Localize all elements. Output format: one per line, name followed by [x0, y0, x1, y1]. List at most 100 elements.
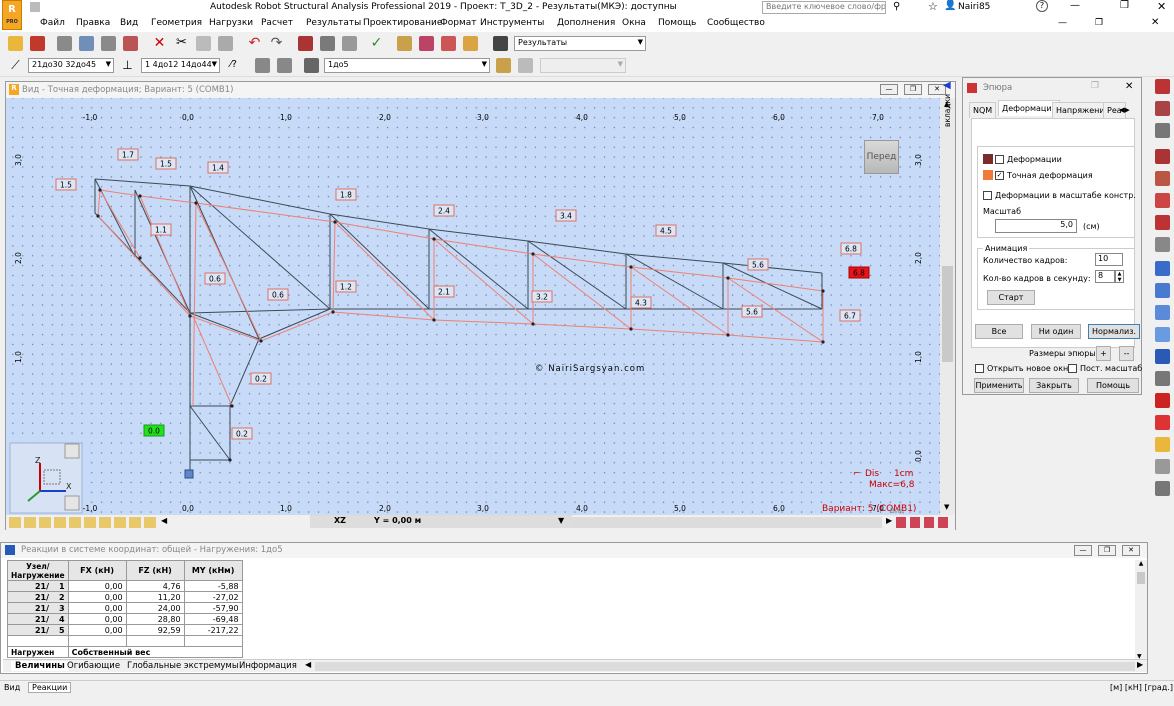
deformations-checkbox[interactable] [995, 155, 1004, 164]
print-icon[interactable] [57, 36, 72, 51]
table-row[interactable]: 21/3 0,00 24,00 -57,90 [7, 602, 243, 614]
ruler-icon[interactable] [496, 58, 511, 73]
rt-icon-2[interactable] [1155, 101, 1170, 116]
cell-fx[interactable]: 0,00 [67, 580, 127, 592]
layout-icon[interactable] [493, 36, 508, 51]
view-display-icons[interactable] [896, 517, 952, 528]
view-restore-button[interactable]: ❐ [904, 84, 922, 95]
arrow-left-icon[interactable]: ◀ [943, 80, 951, 91]
rt-icon-13[interactable] [1155, 349, 1170, 364]
rt-icon-10[interactable] [1155, 283, 1170, 298]
help-icon[interactable]: ? [1036, 0, 1048, 12]
save-icon[interactable] [30, 36, 45, 51]
cell-my[interactable]: -27,02 [183, 591, 243, 603]
redo-icon[interactable]: ↷ [269, 36, 284, 51]
table-vertical-scrollbar[interactable]: ▲ ▼ [1135, 560, 1147, 660]
doc-restore-button[interactable]: ❐ [1095, 18, 1103, 28]
print-preview-icon[interactable] [79, 36, 94, 51]
tab-scroll-icons[interactable]: ◀▶ [1119, 106, 1130, 114]
rt-icon-8[interactable] [1155, 237, 1170, 252]
cell-node[interactable]: 21/2 [7, 591, 69, 603]
table-row[interactable]: 21/2 0,00 11,20 -27,02 [7, 591, 243, 603]
rt-icon-14[interactable] [1155, 371, 1170, 386]
user-name[interactable]: Nairi85 [958, 2, 990, 12]
bar-select-icon[interactable]: ⊥ [120, 58, 135, 73]
paste-icon[interactable] [218, 36, 233, 51]
tab-envelopes[interactable]: Огибающие [67, 661, 120, 671]
menu-help[interactable]: Помощь [658, 18, 696, 28]
tabs-scroll-right-icon[interactable]: ▶ [1137, 660, 1143, 669]
cell-node[interactable]: 21/5 [7, 624, 69, 636]
menu-tools[interactable]: Инструменты [480, 18, 544, 28]
fps-input[interactable]: 8 [1095, 270, 1115, 283]
load-case-icon[interactable] [304, 58, 319, 73]
cell-fx[interactable]: 0,00 [67, 624, 127, 636]
close-panel-button[interactable]: Закрыть [1029, 378, 1079, 393]
cell-node[interactable]: 21/3 [7, 602, 69, 614]
table-restore-button[interactable]: ❐ [1098, 545, 1116, 556]
view-tools-strip[interactable] [9, 517, 157, 528]
table-minimize-button[interactable]: — [1074, 545, 1092, 556]
view-minimize-button[interactable]: — [880, 84, 898, 95]
rt-icon-17[interactable] [1155, 437, 1170, 452]
table-horizontal-scrollbar[interactable] [315, 662, 1135, 671]
menu-file[interactable]: Файл [40, 18, 65, 28]
menu-design[interactable]: Проектирование [363, 18, 442, 28]
scroll-left-icon[interactable]: ◀ [161, 516, 167, 525]
cell-fx[interactable]: 0,00 [67, 602, 127, 614]
scroll-down-icon[interactable]: ▼ [558, 516, 564, 525]
rt-icon-16[interactable] [1155, 415, 1170, 430]
rt-icon-1[interactable] [1155, 79, 1170, 94]
cell-my[interactable]: -57,90 [183, 602, 243, 614]
binoculars-icon[interactable]: ⚲ [893, 1, 900, 12]
rt-icon-12[interactable] [1155, 327, 1170, 342]
cell-fz[interactable]: 28,80 [125, 613, 185, 625]
close-button[interactable]: ✕ [1157, 0, 1166, 13]
cell-fz[interactable]: 11,20 [125, 591, 185, 603]
cell-node[interactable]: 21/4 [7, 613, 69, 625]
rt-icon-5[interactable] [1155, 171, 1170, 186]
table-icon[interactable] [320, 36, 335, 51]
tabs-sidebar[interactable]: ◀ вкладки [941, 80, 957, 150]
scale-input[interactable]: 5,0 [995, 219, 1077, 233]
apply-button[interactable]: Применить [974, 378, 1024, 393]
cell-fx[interactable]: 0,00 [67, 591, 127, 603]
tab-values[interactable]: Величины [11, 661, 69, 671]
exact-deformation-checkbox[interactable]: ✓ [995, 171, 1004, 180]
check-icon[interactable]: ✓ [369, 36, 384, 51]
rt-icon-18[interactable] [1155, 459, 1170, 474]
menu-community[interactable]: Сообщество [707, 18, 765, 28]
size-minus-button[interactable]: -- [1119, 346, 1134, 361]
menu-windows[interactable]: Окна [622, 18, 646, 28]
star-icon[interactable]: ☆ [928, 0, 938, 13]
header-node[interactable]: Узел/Нагружение [7, 560, 69, 581]
menu-geometry[interactable]: Геометрия [151, 18, 202, 28]
all-button[interactable]: Все [975, 324, 1023, 339]
view-canvas[interactable]: -1,0 0,0 1,0 2,0 3,0 4,0 5,0 6,0 7,0 -1,0 0,0 1,0 2… [6, 98, 940, 515]
menu-addins[interactable]: Дополнения [557, 18, 615, 28]
menu-format[interactable]: Формат [440, 18, 477, 28]
app-logo[interactable]: R PRO [2, 0, 22, 30]
restore-button[interactable]: ❐ [1120, 0, 1129, 11]
cell-fz[interactable]: 4,76 [125, 580, 185, 592]
rt-icon-19[interactable] [1155, 481, 1170, 496]
table-row[interactable]: 21/5 0,00 92,59 -217,22 [7, 624, 243, 636]
open-new-window-checkbox[interactable] [975, 364, 984, 373]
deformation-color[interactable] [983, 154, 993, 164]
search-input[interactable]: Введите ключевое слово/фразу [762, 1, 886, 14]
start-button[interactable]: Старт [987, 290, 1035, 305]
fps-spinner[interactable]: ▲ ▼ [1115, 270, 1124, 283]
tab-information[interactable]: Информация [239, 661, 297, 671]
cell-fx[interactable]: 0,00 [67, 613, 127, 625]
gray-box-icon[interactable] [255, 58, 270, 73]
minimize-button[interactable]: — [1070, 0, 1080, 11]
menu-results[interactable]: Результаты [306, 18, 361, 28]
layout-select[interactable]: Результаты ▼ [514, 36, 646, 51]
rt-icon-7[interactable] [1155, 215, 1170, 230]
design-icon[interactable] [397, 36, 412, 51]
header-my[interactable]: MY (кНм) [183, 560, 243, 581]
table-row[interactable]: 21/1 0,00 4,76 -5,88 [7, 580, 243, 592]
tab-nqm[interactable]: NQM [969, 102, 997, 118]
none-button[interactable]: Ни один [1031, 324, 1081, 339]
bar-selection-field[interactable]: 1 4до12 14до44 ▼ [141, 58, 220, 73]
